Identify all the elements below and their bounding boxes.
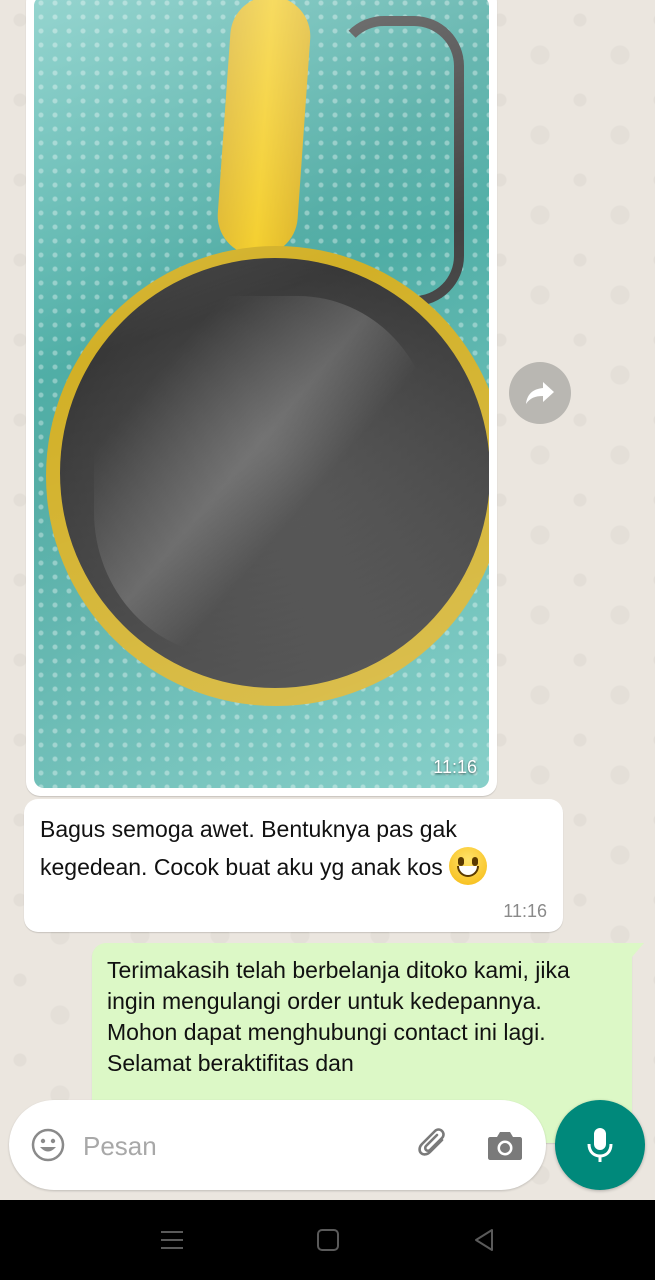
camera-icon[interactable] (486, 1127, 524, 1163)
chat-background: 11:16 Bagus semoga awet. Bentuknya pas g… (0, 0, 655, 1200)
review-message-content: Bagus semoga awet. Bentuknya pas gak keg… (40, 816, 457, 880)
plastic-wrap (34, 0, 489, 788)
message-input[interactable] (81, 1125, 405, 1167)
review-message-text: Bagus semoga awet. Bentuknya pas gak keg… (40, 811, 550, 885)
composer-area (0, 1089, 655, 1200)
emoji-icon[interactable] (31, 1128, 65, 1162)
microphone-button[interactable] (555, 1100, 645, 1190)
review-message-time: 11:16 (503, 901, 547, 921)
message-composer (9, 1100, 546, 1190)
paperclip-icon[interactable] (415, 1126, 453, 1164)
menu-icon[interactable] (158, 1226, 186, 1254)
reply-message-text: Terimakasih telah berbelanja ditoko kami… (107, 957, 570, 1076)
system-navigation-bar (0, 1200, 655, 1280)
image-message-time: 11:16 (433, 757, 477, 777)
image-message-bubble[interactable]: 11:16 (26, 0, 497, 796)
incoming-review-bubble[interactable]: Bagus semoga awet. Bentuknya pas gak keg… (24, 799, 563, 932)
microphone-icon (587, 1128, 613, 1162)
home-icon[interactable] (314, 1226, 342, 1254)
forward-button[interactable] (509, 362, 571, 424)
grinning-face-emoji (448, 847, 487, 885)
product-photo[interactable]: 11:16 (34, 0, 489, 788)
back-icon[interactable] (470, 1226, 498, 1254)
forward-icon (526, 382, 554, 404)
